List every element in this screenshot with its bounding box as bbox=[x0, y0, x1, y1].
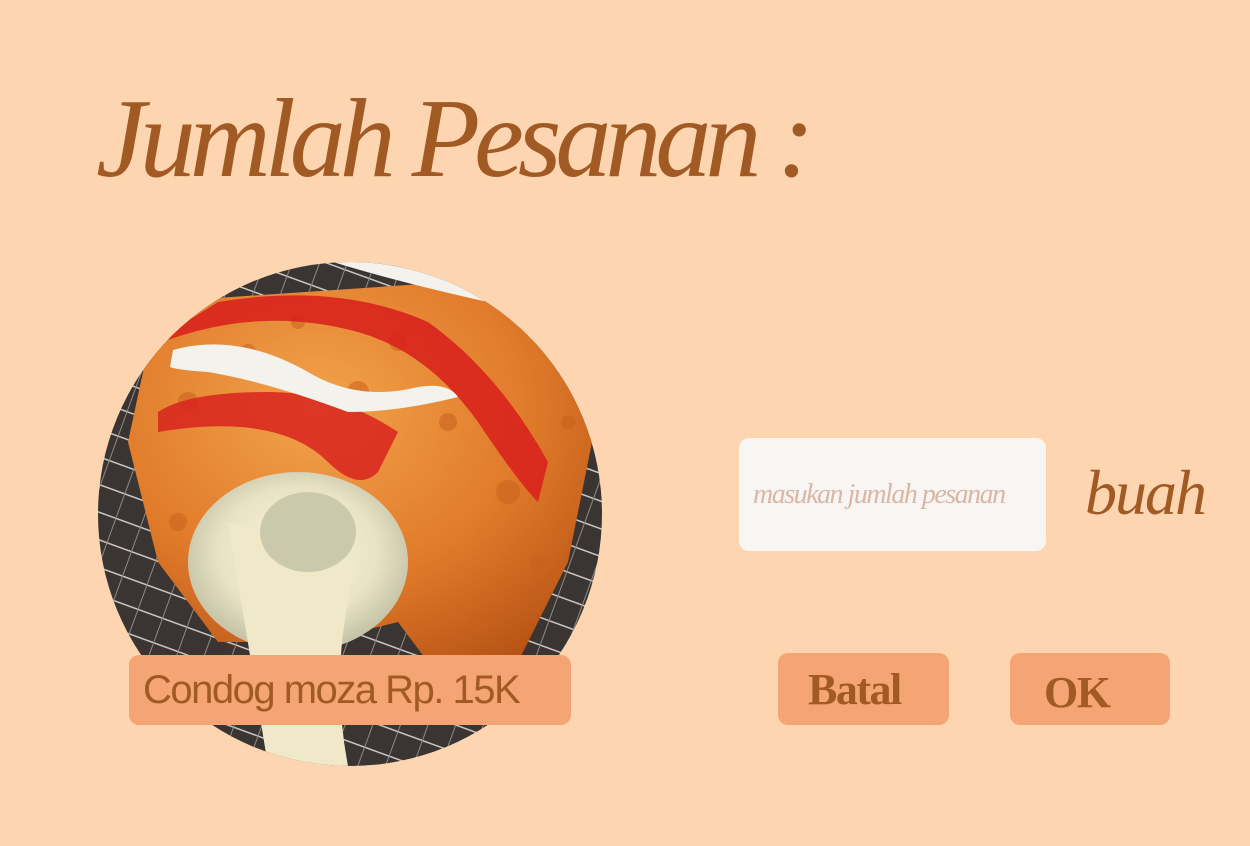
unit-label: buah bbox=[1085, 457, 1207, 528]
product-label: Condog moza Rp. 15K bbox=[129, 655, 571, 725]
quantity-input[interactable] bbox=[739, 438, 1046, 551]
cancel-button[interactable]: Batal bbox=[778, 653, 949, 725]
page-title: Jumlah Pesanan : bbox=[96, 77, 815, 201]
ok-button[interactable]: OK bbox=[1010, 653, 1170, 725]
